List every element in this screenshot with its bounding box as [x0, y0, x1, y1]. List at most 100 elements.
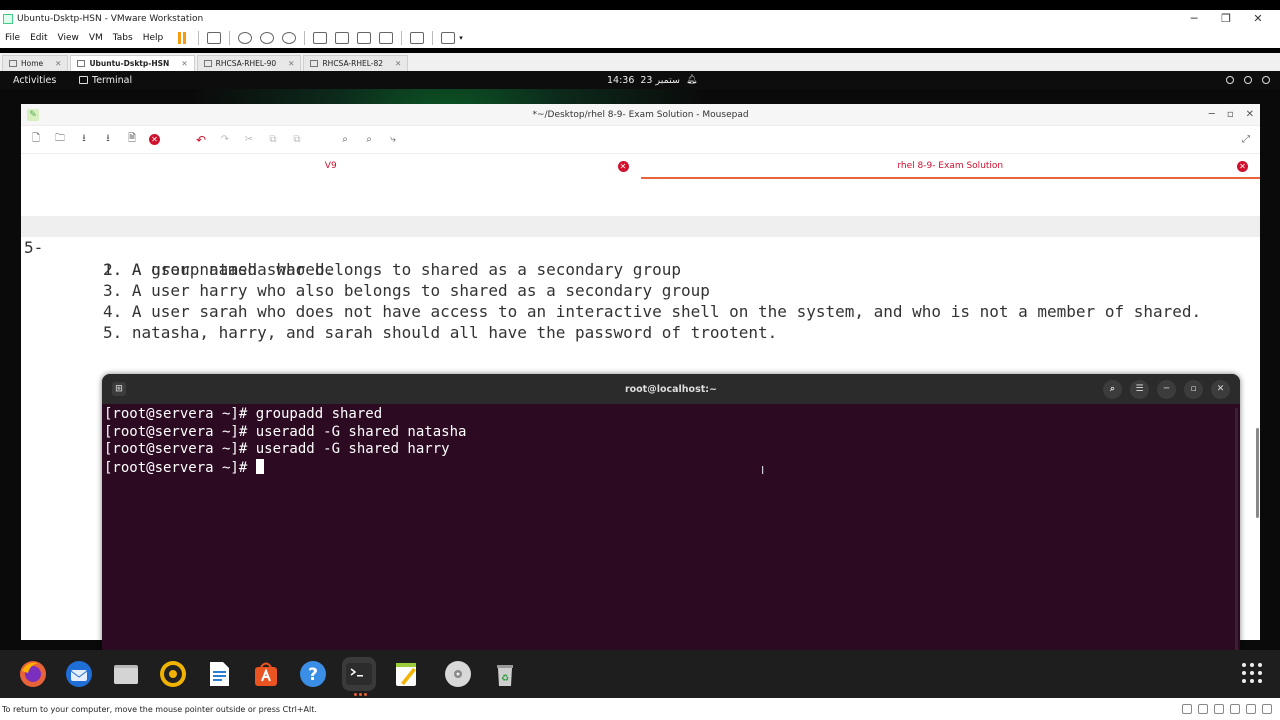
- close-tab-icon[interactable]: ✕: [1237, 161, 1248, 172]
- paste-icon[interactable]: ⧉: [290, 133, 304, 147]
- mousepad-toolbar: 🗋︎ 🗀︎ ⭳ ⭳ 🗎︎ ✕ ↶ ↷ ✂︎ ⧉ ⧉ ⌕ ⌕ ⤷ ⤢: [21, 126, 1260, 154]
- terminal-output[interactable]: [root@servera ~]# groupadd shared [root@…: [104, 406, 466, 476]
- cdrom-icon[interactable]: [1198, 704, 1208, 714]
- minimize-icon[interactable]: ─: [1209, 109, 1215, 120]
- new-tab-icon[interactable]: ⊞: [112, 382, 126, 396]
- tab-label: rhel 8-9- Exam Solution: [897, 160, 1004, 171]
- terminal-scrollbar[interactable]: [1235, 408, 1238, 654]
- find-icon[interactable]: ⌕: [338, 133, 352, 147]
- unity-icon[interactable]: [379, 32, 394, 44]
- revert-snapshot-icon[interactable]: [260, 32, 275, 44]
- stretch-icon[interactable]: [441, 32, 456, 44]
- tab-home[interactable]: Home ✕: [2, 55, 69, 71]
- open-folder-icon[interactable]: 🗀︎: [53, 133, 67, 147]
- fullscreen-icon[interactable]: ⤢: [1242, 134, 1250, 145]
- running-indicator: [354, 693, 367, 696]
- undo-icon[interactable]: ↶: [194, 133, 208, 147]
- snapshot-manager-icon[interactable]: [282, 32, 297, 44]
- pause-icon[interactable]: [178, 32, 188, 44]
- trash-icon[interactable]: ♻: [488, 657, 522, 691]
- hdd-icon[interactable]: [1182, 704, 1192, 714]
- activities-button[interactable]: Activities: [13, 75, 56, 86]
- mousepad-title: *~/Desktop/rhel 8-9- Exam Solution - Mou…: [532, 109, 749, 120]
- vm-icon: [203, 60, 212, 67]
- hamburger-menu-icon[interactable]: ☰: [1130, 380, 1149, 399]
- save-as-icon[interactable]: ⭳: [101, 133, 115, 147]
- editor-line: 2. A user natasha who belongs to shared …: [21, 237, 1260, 279]
- sidebar-icon[interactable]: [313, 32, 328, 44]
- menu-file[interactable]: File: [0, 33, 25, 43]
- display-icon[interactable]: [1262, 704, 1272, 714]
- tab-rhcsa-rhel-82[interactable]: RHCSA-RHEL-82 ✕: [303, 55, 409, 71]
- minimize-button[interactable]: ─: [1178, 10, 1210, 28]
- gnome-top-panel: Activities Terminal 14:36 23 ستمبر 🔔︎: [0, 71, 1280, 89]
- clock-date: 23 ستمبر: [640, 74, 680, 86]
- terminal-line: [root@servera ~]# useradd -G shared nata…: [104, 423, 467, 440]
- close-tab-icon[interactable]: ✕: [617, 161, 629, 172]
- snapshot-icon[interactable]: [238, 32, 253, 44]
- writer-icon[interactable]: [202, 657, 236, 691]
- show-apps-icon[interactable]: [1242, 663, 1262, 683]
- tab-rhel-exam-solution[interactable]: rhel 8-9- Exam Solution ✕: [640, 154, 1260, 179]
- text-editor-icon[interactable]: [389, 657, 423, 691]
- focused-app-menu[interactable]: Terminal: [79, 75, 132, 86]
- editor-text-area[interactable]: 5- 1. A group named shared. 2. A user na…: [21, 216, 1260, 342]
- firefox-icon[interactable]: [16, 657, 50, 691]
- tab-label: V9: [324, 160, 337, 171]
- search-icon[interactable]: ⌕: [1103, 380, 1122, 399]
- editor-scrollbar[interactable]: [1256, 428, 1259, 518]
- console-icon[interactable]: [410, 32, 425, 44]
- terminal-window: ⊞ root@localhost:~ ⌕ ☰ ─ ▫ ✕ [root@serve…: [102, 374, 1240, 654]
- sound-icon[interactable]: [1246, 704, 1256, 714]
- maximize-icon[interactable]: ▫: [1184, 380, 1203, 399]
- menu-help[interactable]: Help: [138, 33, 169, 43]
- close-icon[interactable]: ✕: [1211, 380, 1230, 399]
- menu-edit[interactable]: Edit: [25, 33, 52, 43]
- close-tab-icon[interactable]: ✕: [395, 59, 401, 68]
- system-tray[interactable]: [1226, 76, 1270, 84]
- thunderbird-icon[interactable]: [62, 657, 96, 691]
- print-icon[interactable]: 🗎︎: [125, 133, 139, 147]
- close-icon[interactable]: ✕: [1246, 109, 1254, 120]
- network-adapter-icon[interactable]: [1214, 704, 1224, 714]
- usb-icon[interactable]: [1230, 704, 1240, 714]
- redo-icon[interactable]: ↷: [218, 133, 232, 147]
- screen: Ubuntu-Dsktp-HSN - VMware Workstation ─ …: [0, 0, 1280, 720]
- copy-icon[interactable]: ⧉: [266, 133, 280, 147]
- disc-icon[interactable]: [441, 657, 475, 691]
- close-tab-icon[interactable]: ✕: [288, 59, 294, 68]
- tab-ubuntu-dsktp-hsn[interactable]: Ubuntu-Dsktp-HSN ✕: [70, 55, 195, 71]
- find-replace-icon[interactable]: ⌕: [362, 133, 376, 147]
- maximize-button[interactable]: ❐: [1210, 10, 1242, 28]
- thumbnail-icon[interactable]: [335, 32, 350, 44]
- maximize-icon[interactable]: ▫: [1227, 109, 1234, 120]
- close-button[interactable]: ✕: [1242, 10, 1274, 28]
- chevron-down-icon[interactable]: ▾: [459, 34, 463, 42]
- tab-rhcsa-rhel-90[interactable]: RHCSA-RHEL-90 ✕: [196, 55, 302, 71]
- clock[interactable]: 14:36 23 ستمبر 🔔︎: [607, 75, 697, 86]
- menu-view[interactable]: View: [53, 33, 84, 43]
- terminal-icon[interactable]: [342, 657, 376, 696]
- close-file-icon[interactable]: ✕: [149, 134, 160, 145]
- vmware-menubar: File Edit View VM Tabs Help ▾: [0, 28, 1280, 48]
- files-icon[interactable]: [109, 657, 143, 691]
- vmware-icon: [3, 14, 13, 24]
- save-icon[interactable]: ⭳: [77, 133, 91, 147]
- cut-icon[interactable]: ✂︎: [242, 133, 256, 147]
- menu-tabs[interactable]: Tabs: [108, 33, 138, 43]
- terminal-titlebar[interactable]: ⊞ root@localhost:~ ⌕ ☰ ─ ▫ ✕: [102, 374, 1240, 404]
- go-to-line-icon[interactable]: ⤷: [386, 133, 400, 147]
- app-center-icon[interactable]: [249, 657, 283, 691]
- menu-vm[interactable]: VM: [84, 33, 108, 43]
- new-file-icon[interactable]: 🗋︎: [29, 133, 43, 147]
- rhythmbox-icon[interactable]: [156, 657, 190, 691]
- power-icon: [1262, 76, 1270, 84]
- mousepad-titlebar[interactable]: ✎ *~/Desktop/rhel 8-9- Exam Solution - M…: [21, 104, 1260, 126]
- fullscreen-icon[interactable]: [357, 32, 372, 44]
- minimize-icon[interactable]: ─: [1157, 380, 1176, 399]
- tab-v9[interactable]: V9 ✕: [21, 154, 641, 179]
- close-tab-icon[interactable]: ✕: [181, 59, 187, 68]
- close-tab-icon[interactable]: ✕: [55, 59, 61, 68]
- send-ctrl-alt-del-icon[interactable]: [207, 32, 222, 44]
- help-icon[interactable]: ?: [296, 657, 330, 691]
